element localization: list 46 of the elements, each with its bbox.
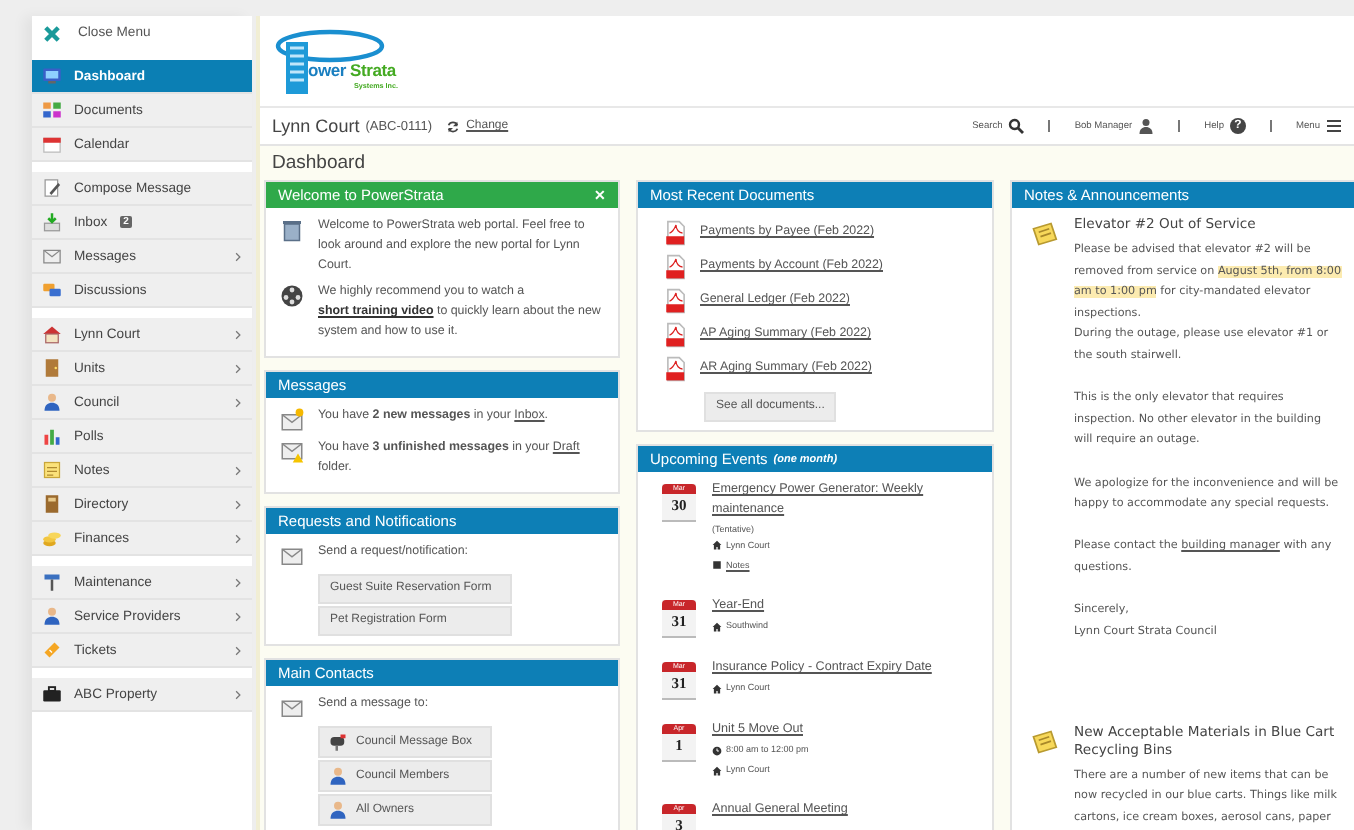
document-pencil-icon — [42, 178, 62, 198]
logo-text: ower — [308, 60, 347, 80]
envelope-icon — [280, 544, 304, 568]
person-icon — [42, 606, 62, 626]
envelope-icon — [280, 696, 304, 720]
roller-icon — [42, 572, 62, 592]
house-icon — [712, 540, 722, 551]
document-icon — [666, 220, 686, 246]
book-icon — [42, 494, 62, 514]
person-icon — [328, 800, 348, 820]
person-icon — [328, 766, 348, 786]
house-icon — [712, 621, 722, 632]
coins-icon — [42, 528, 62, 548]
house-icon — [42, 324, 62, 344]
page-heading: Dashboard — [272, 152, 367, 174]
envelope-icon — [42, 246, 62, 266]
briefcase-icon — [42, 684, 62, 704]
clock-icon — [712, 745, 722, 756]
refresh-icon — [446, 119, 461, 133]
close-icon — [42, 23, 62, 43]
property-name: Lynn Court — [272, 116, 360, 136]
ticket-icon — [42, 640, 62, 660]
document-icon — [666, 356, 686, 382]
notepad-icon — [1030, 220, 1058, 248]
logo-text: Strata — [350, 60, 396, 80]
notepad-icon — [1030, 727, 1058, 756]
person-icon — [42, 392, 62, 412]
document-icon — [666, 288, 686, 314]
document-icon — [666, 254, 686, 280]
house-icon — [712, 765, 722, 776]
calendar-icon — [42, 134, 62, 154]
film-reel-icon — [280, 284, 304, 308]
chat-icon — [42, 280, 62, 300]
bin-icon — [280, 218, 304, 242]
menu-icon[interactable] — [1326, 118, 1342, 134]
envelope-warning-icon — [280, 440, 304, 464]
house-icon — [712, 683, 722, 694]
door-icon — [42, 358, 62, 378]
grid-icon — [42, 100, 62, 120]
monitor-icon — [42, 66, 62, 86]
bar-chart-icon — [42, 426, 62, 446]
search-icon[interactable] — [1008, 118, 1025, 134]
document-icon — [666, 322, 686, 348]
inbox-tray-icon — [42, 212, 62, 232]
user-icon[interactable] — [1138, 118, 1155, 134]
mailbox-icon — [328, 732, 348, 752]
